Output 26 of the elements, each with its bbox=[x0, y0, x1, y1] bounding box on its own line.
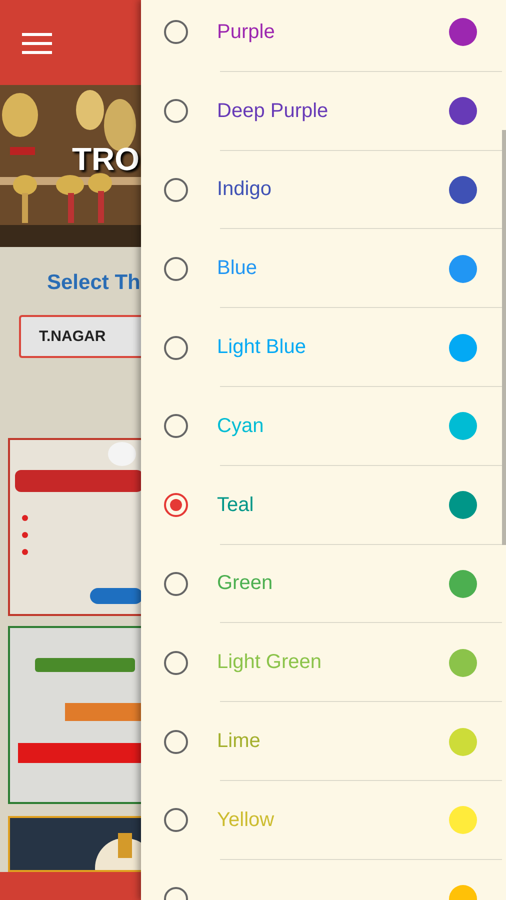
radio-button[interactable] bbox=[164, 808, 188, 832]
color-label[interactable]: Deep Purple bbox=[217, 100, 449, 123]
color-label[interactable]: Yellow bbox=[217, 808, 449, 832]
radio-button[interactable] bbox=[164, 99, 188, 124]
color-label[interactable]: Indigo bbox=[217, 178, 449, 202]
radio-button[interactable] bbox=[164, 572, 188, 596]
color-label[interactable]: Blue bbox=[217, 257, 449, 280]
radio-button[interactable] bbox=[164, 493, 188, 518]
radio-button[interactable] bbox=[164, 414, 188, 438]
branch-select[interactable]: T.NAGAR bbox=[19, 315, 141, 358]
radio-button[interactable] bbox=[164, 730, 188, 754]
color-label[interactable]: Green bbox=[217, 572, 449, 596]
radio-button[interactable] bbox=[164, 256, 188, 281]
radio-button[interactable] bbox=[164, 20, 188, 44]
color-label[interactable]: Purple bbox=[217, 20, 449, 44]
color-label[interactable]: Light Blue bbox=[217, 336, 449, 360]
radio-button[interactable] bbox=[164, 650, 188, 675]
banner-title: TRO bbox=[72, 141, 140, 178]
color-label[interactable]: Light Green bbox=[217, 651, 449, 674]
menu-icon[interactable] bbox=[22, 30, 52, 54]
radio-button[interactable] bbox=[164, 178, 188, 202]
color-label[interactable]: Teal bbox=[217, 494, 449, 517]
color-label[interactable]: Lime bbox=[217, 730, 449, 754]
radio-button[interactable] bbox=[164, 336, 188, 360]
section-title: Select Th bbox=[47, 271, 141, 295]
color-label[interactable]: Cyan bbox=[217, 414, 449, 438]
